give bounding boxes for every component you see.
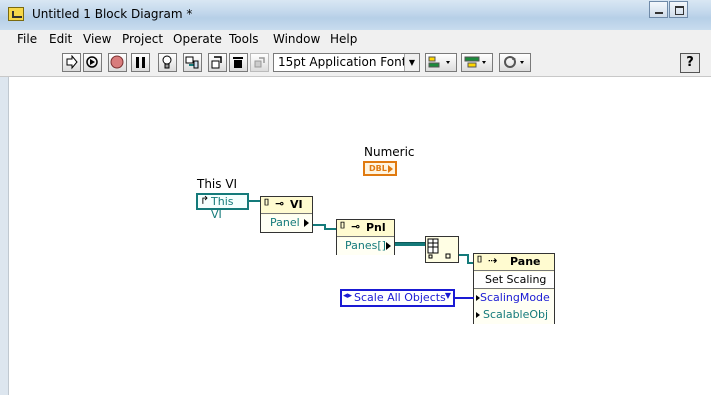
- pnl-node-property[interactable]: Panes[]: [337, 238, 394, 255]
- step-out-icon: [254, 57, 265, 68]
- scaling-mode-text: ScalingMode: [480, 291, 550, 304]
- run-continuously-icon: [86, 56, 98, 68]
- run-button[interactable]: [62, 53, 81, 72]
- run-arrow-icon: [66, 55, 78, 70]
- menu-bar: File Edit View Project Operate Tools Win…: [0, 30, 711, 48]
- menu-tools[interactable]: Tools: [229, 32, 259, 46]
- highlight-execution-button[interactable]: [158, 53, 177, 72]
- labview-app-icon: [8, 7, 24, 21]
- dbl-type-text: DBL: [369, 164, 387, 173]
- pause-button[interactable]: [131, 53, 150, 72]
- context-help-button[interactable]: ?: [680, 53, 700, 73]
- this-vi-text: This VI: [211, 195, 234, 221]
- left-edge: [0, 77, 9, 395]
- retain-wire-icon: [185, 56, 199, 69]
- vi-ref-arrow-icon: ↱: [200, 194, 210, 207]
- input-arrow-icon: [476, 312, 480, 318]
- invoke-node-icon: ⌷: [477, 255, 483, 265]
- index-array-icon: [427, 238, 451, 259]
- vi-property-node[interactable]: ⌷ ⊸ VI Panel: [260, 196, 313, 233]
- minimize-button[interactable]: [649, 1, 668, 18]
- pane-node-class: Pane: [510, 255, 541, 268]
- menu-help[interactable]: Help: [330, 32, 357, 46]
- reorder-icon: [504, 56, 524, 68]
- font-select-value: 15pt Application Font: [278, 55, 407, 69]
- abort-button[interactable]: [108, 53, 127, 72]
- numeric-terminal[interactable]: DBL: [363, 161, 397, 176]
- enum-value-text: Scale All Objects: [354, 291, 446, 304]
- scalable-obj-text: ScalableObj: [483, 308, 549, 321]
- menu-edit[interactable]: Edit: [49, 32, 72, 46]
- retain-wire-values-button[interactable]: [183, 53, 202, 72]
- step-out-button: [250, 53, 269, 72]
- stop-sign-icon: [110, 55, 124, 69]
- panes-property-text: Panes[]: [345, 239, 386, 252]
- chevron-down-icon: ▼: [404, 54, 419, 71]
- wire: [249, 200, 260, 202]
- this-vi-label: This VI: [197, 177, 238, 191]
- align-objects-button[interactable]: [425, 53, 457, 72]
- property-node-icon: ⌷: [340, 221, 346, 231]
- distribute-objects-button[interactable]: [461, 53, 493, 72]
- numeric-label: Numeric: [364, 145, 415, 159]
- reorder-button[interactable]: [499, 53, 531, 72]
- enum-wire: [455, 297, 474, 299]
- align-objects-icon: [428, 56, 450, 68]
- array-wire: [395, 242, 425, 246]
- invoke-arrow-icon: ⇢: [488, 254, 498, 267]
- vi-node-class: VI: [290, 198, 303, 211]
- scale-mode-enum-constant[interactable]: ◂▸ Scale All Objects ▼: [340, 289, 455, 307]
- vi-node-header: ⌷ ⊸ VI: [261, 197, 312, 214]
- panel-property-text: Panel: [270, 216, 300, 229]
- window-title: Untitled 1 Block Diagram *: [32, 7, 193, 21]
- window-controls: [648, 1, 688, 19]
- font-select[interactable]: 15pt Application Font ▼: [273, 53, 420, 72]
- index-array-node[interactable]: [425, 236, 459, 263]
- run-continuously-button[interactable]: [83, 53, 102, 72]
- pane-node-method[interactable]: Set Scaling: [474, 272, 554, 289]
- enum-arrows-icon: ◂▸: [343, 291, 353, 301]
- step-over-button[interactable]: [229, 53, 248, 72]
- distribute-objects-icon: [464, 56, 486, 68]
- menu-file[interactable]: File: [17, 32, 37, 46]
- set-scaling-text: Set Scaling: [485, 273, 547, 286]
- step-into-icon: [211, 56, 222, 69]
- title-bar: Untitled 1 Block Diagram *: [0, 0, 711, 31]
- chevron-down-icon: ▼: [444, 291, 451, 300]
- this-vi-reference[interactable]: ↱ This VI: [196, 193, 249, 221]
- step-over-icon: [233, 57, 243, 68]
- menu-project[interactable]: Project: [122, 32, 163, 46]
- scaling-mode-input[interactable]: ScalingMode: [474, 290, 554, 307]
- key-icon: ⊸: [275, 197, 285, 210]
- menu-view[interactable]: View: [83, 32, 111, 46]
- toolbar: 15pt Application Font ▼: [0, 48, 711, 77]
- output-arrow-icon: [386, 242, 391, 250]
- scalable-obj-input[interactable]: ScalableObj: [474, 307, 554, 324]
- lightbulb-icon: [162, 55, 172, 69]
- wire: [324, 228, 336, 230]
- pnl-node-header: ⌷ ⊸ Pnl: [337, 220, 394, 237]
- vi-node-property[interactable]: Panel: [261, 215, 312, 232]
- menu-window[interactable]: Window: [273, 32, 320, 46]
- pnl-property-node[interactable]: ⌷ ⊸ Pnl Panes[]: [336, 219, 395, 255]
- terminal-arrow-icon: [388, 165, 393, 173]
- property-node-icon: ⌷: [264, 198, 270, 208]
- key-icon: ⊸: [351, 220, 361, 233]
- output-arrow-icon: [304, 219, 309, 227]
- step-into-button[interactable]: [208, 53, 227, 72]
- menu-operate[interactable]: Operate: [173, 32, 222, 46]
- pane-invoke-node[interactable]: ⌷ ⇢ Pane Set Scaling ScalingMode Scalabl…: [473, 253, 555, 324]
- maximize-button[interactable]: [669, 1, 688, 18]
- pause-icon: [136, 57, 145, 68]
- pane-node-header: ⌷ ⇢ Pane: [474, 254, 554, 271]
- pnl-node-class: Pnl: [366, 221, 386, 234]
